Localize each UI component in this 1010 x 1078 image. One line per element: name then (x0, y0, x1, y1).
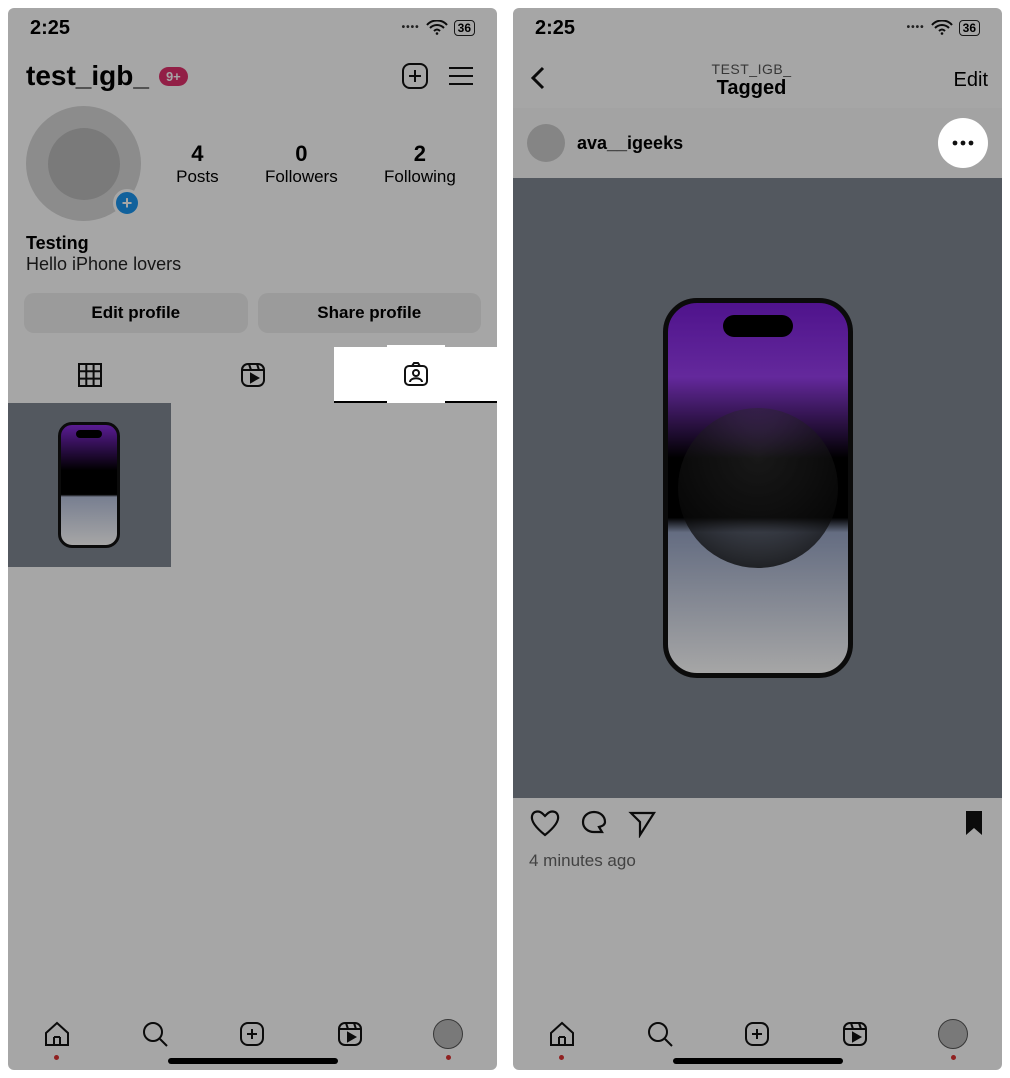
avatar-icon (433, 1019, 463, 1049)
nav-search[interactable] (640, 1014, 680, 1054)
status-bar: 2:25 •••• 36 (8, 8, 497, 48)
stat-posts-label: Posts (176, 167, 219, 187)
grid-icon (76, 361, 104, 389)
stat-followers[interactable]: 0 Followers (265, 141, 338, 187)
status-time: 2:25 (30, 17, 70, 40)
stat-following[interactable]: 2 Following (384, 141, 456, 187)
tab-tagged[interactable] (334, 347, 497, 403)
profile-tabs (8, 347, 497, 403)
display-name: Testing (26, 233, 479, 254)
post-options-button[interactable] (938, 118, 988, 168)
wifi-icon (931, 20, 953, 36)
tagged-icon (401, 359, 431, 389)
post-image[interactable] (513, 178, 1002, 798)
profile-header: test_igb_ 9+ (8, 48, 497, 100)
nav-profile[interactable] (428, 1014, 468, 1054)
profile-screen: 2:25 •••• 36 test_igb_ 9+ (8, 8, 497, 1070)
reels-icon (335, 1019, 365, 1049)
avatar-icon (938, 1019, 968, 1049)
create-button[interactable] (397, 58, 433, 94)
wifi-icon (426, 20, 448, 36)
stat-followers-label: Followers (265, 167, 338, 187)
heart-icon (529, 808, 561, 838)
stat-following-label: Following (384, 167, 456, 187)
nav-reels[interactable] (330, 1014, 370, 1054)
cellular-dots-icon: •••• (907, 22, 925, 33)
plus-square-icon (742, 1019, 772, 1049)
home-icon (547, 1019, 577, 1049)
status-icons: •••• 36 (402, 20, 475, 36)
plus-square-icon (237, 1019, 267, 1049)
battery-icon: 36 (959, 20, 980, 36)
nav-home[interactable] (37, 1014, 77, 1054)
ellipsis-icon (951, 139, 975, 147)
header-title: Tagged (563, 77, 940, 100)
search-icon (645, 1019, 675, 1049)
nav-create[interactable] (232, 1014, 272, 1054)
nav-profile[interactable] (933, 1014, 973, 1054)
stat-followers-count: 0 (265, 141, 338, 167)
search-icon (140, 1019, 170, 1049)
tagged-post-screen: 2:25 •••• 36 TEST_IGB_ Tagged Edit ava__… (513, 8, 1002, 1070)
chevron-left-icon (527, 64, 549, 92)
reels-icon (239, 361, 267, 389)
avatar[interactable]: + (26, 106, 141, 221)
stat-posts-count: 4 (176, 141, 219, 167)
tab-reels[interactable] (171, 347, 334, 403)
status-icons: •••• 36 (907, 20, 980, 36)
profile-buttons: Edit profile Share profile (8, 279, 497, 343)
reels-icon (840, 1019, 870, 1049)
comment-icon (579, 808, 609, 838)
post-user-row: ava__igeeks (513, 108, 1002, 178)
home-indicator (168, 1058, 338, 1064)
nav-create[interactable] (737, 1014, 777, 1054)
cellular-dots-icon: •••• (402, 22, 420, 33)
add-story-button[interactable]: + (113, 189, 141, 217)
bookmark-button[interactable] (962, 808, 986, 843)
back-button[interactable] (527, 64, 563, 97)
status-time: 2:25 (535, 17, 575, 40)
bio-section: Testing Hello iPhone lovers (8, 221, 497, 279)
home-indicator (673, 1058, 843, 1064)
post-author-username[interactable]: ava__igeeks (577, 133, 683, 154)
post-timestamp: 4 minutes ago (513, 847, 1002, 875)
header-subtitle: TEST_IGB_ (563, 61, 940, 77)
send-icon (627, 808, 657, 838)
stat-following-count: 2 (384, 141, 456, 167)
plus-square-icon (400, 61, 430, 91)
post-actions (513, 798, 1002, 847)
stat-posts[interactable]: 4 Posts (176, 141, 219, 187)
username[interactable]: test_igb_ (26, 60, 149, 92)
phone-image-icon (663, 298, 853, 678)
share-profile-button[interactable]: Share profile (258, 293, 482, 333)
bio-text: Hello iPhone lovers (26, 254, 479, 275)
tagged-post-thumb[interactable] (8, 403, 171, 567)
stats-row: + 4 Posts 0 Followers 2 Following (8, 100, 497, 221)
notification-badge[interactable]: 9+ (159, 67, 188, 86)
edit-profile-button[interactable]: Edit profile (24, 293, 248, 333)
phone-image-icon (58, 422, 120, 548)
menu-button[interactable] (443, 58, 479, 94)
tagged-header: TEST_IGB_ Tagged Edit (513, 52, 1002, 108)
tab-grid[interactable] (8, 347, 171, 403)
hamburger-icon (447, 65, 475, 87)
status-bar: 2:25 •••• 36 (513, 8, 1002, 48)
home-icon (42, 1019, 72, 1049)
comment-button[interactable] (579, 808, 609, 843)
edit-button[interactable]: Edit (940, 69, 988, 92)
like-button[interactable] (529, 808, 561, 843)
bookmark-icon (962, 808, 986, 838)
share-button[interactable] (627, 808, 657, 843)
post-author-avatar[interactable] (527, 124, 565, 162)
battery-icon: 36 (454, 20, 475, 36)
nav-home[interactable] (542, 1014, 582, 1054)
nav-search[interactable] (135, 1014, 175, 1054)
nav-reels[interactable] (835, 1014, 875, 1054)
tagged-grid (8, 403, 497, 998)
